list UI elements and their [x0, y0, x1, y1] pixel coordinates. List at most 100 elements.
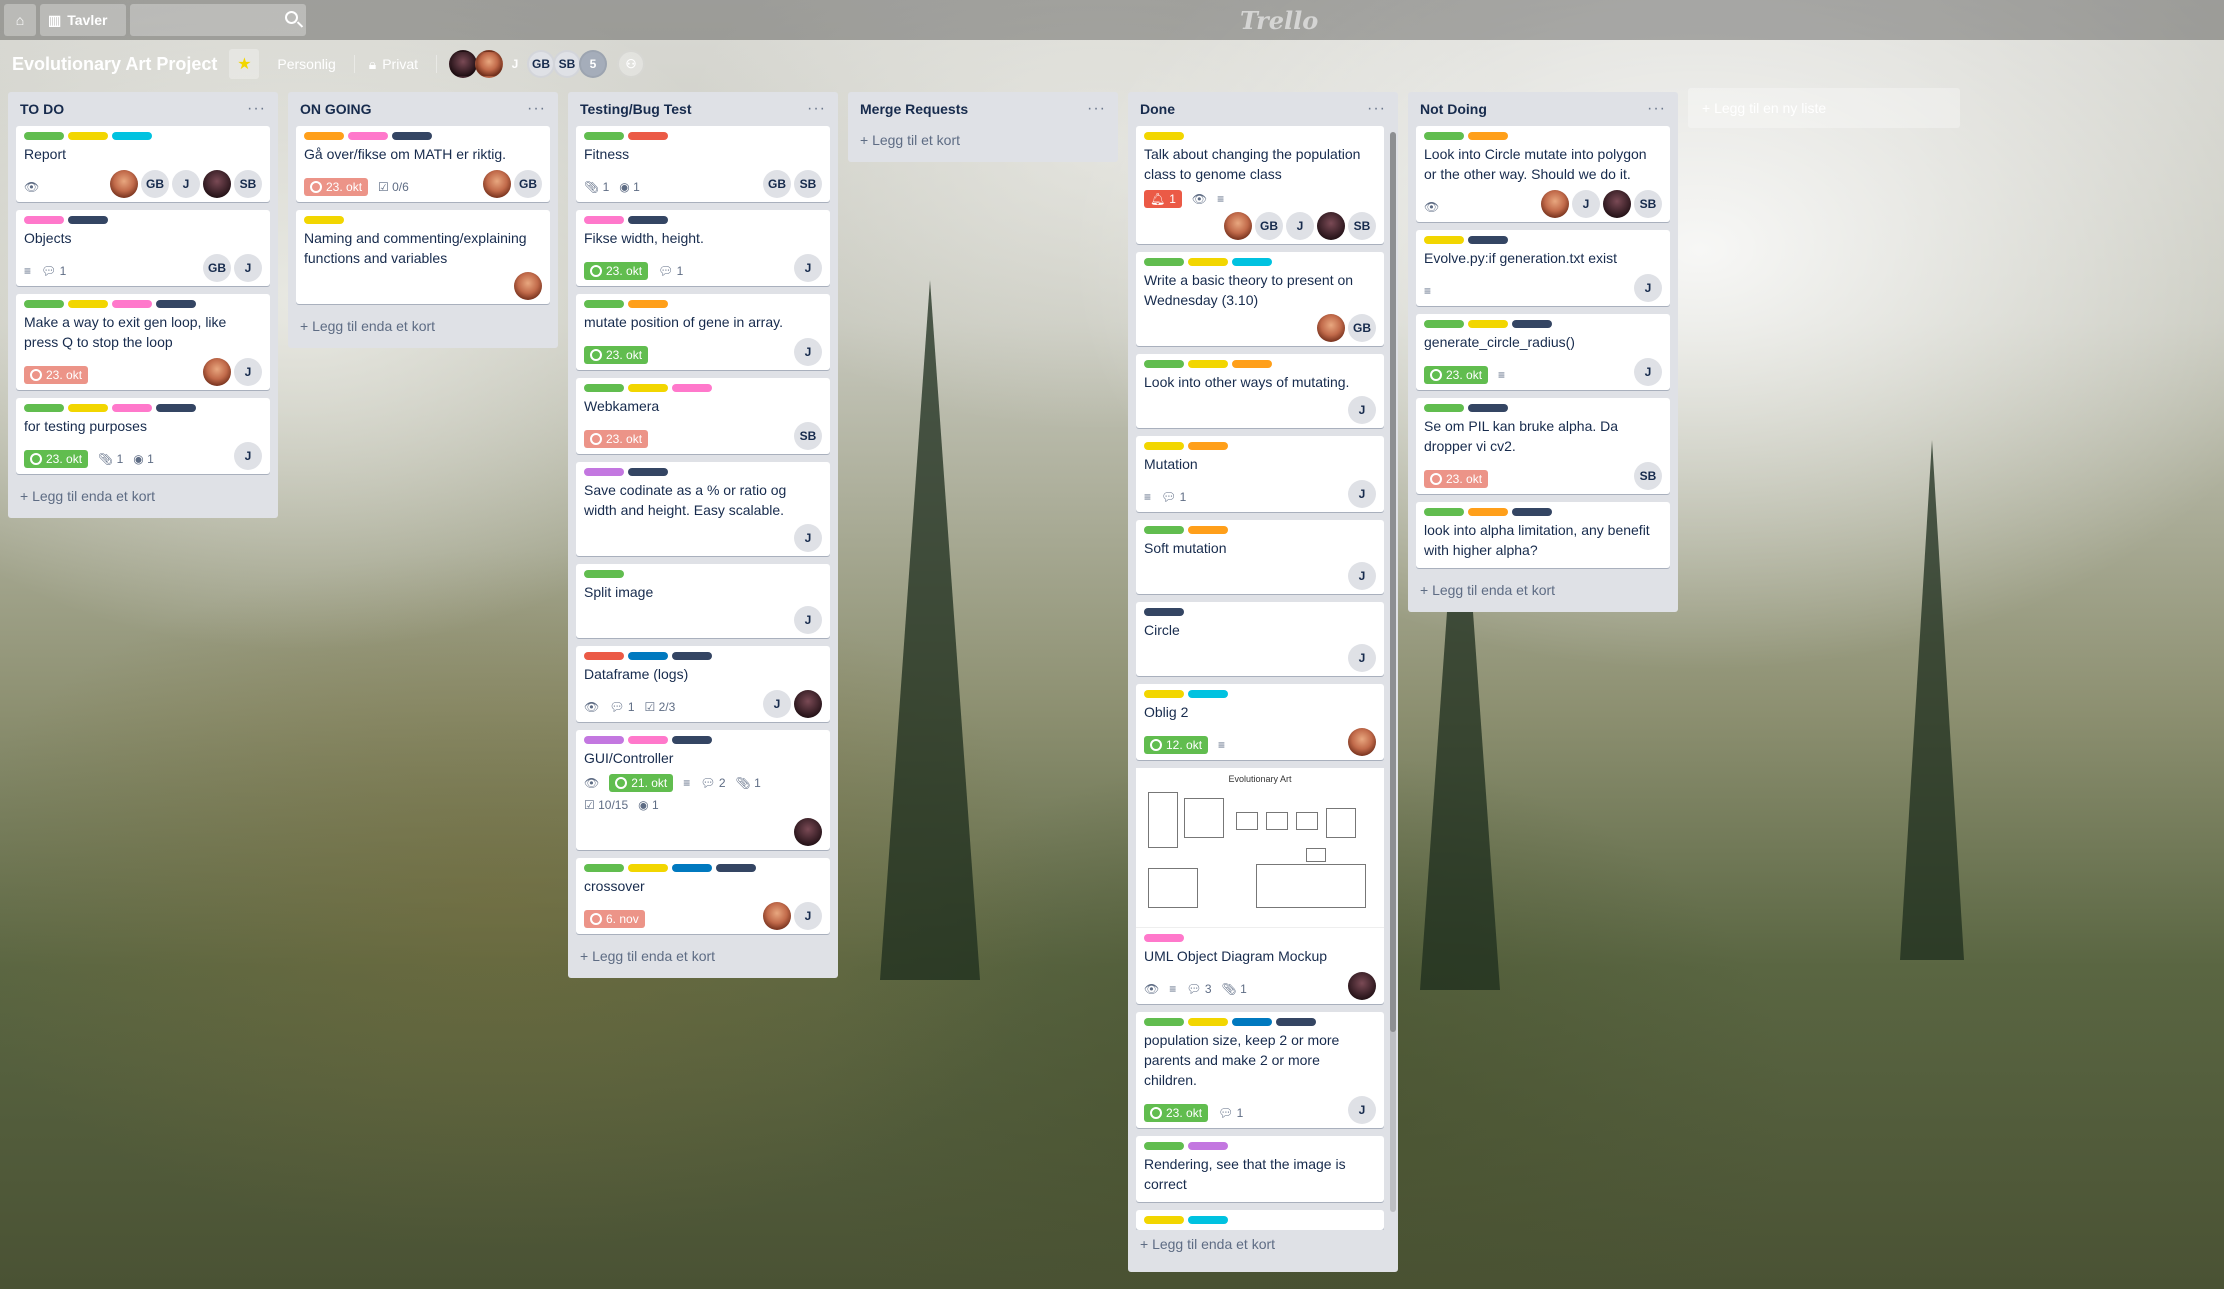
card-label[interactable] — [304, 132, 344, 140]
avatar[interactable]: SB — [794, 170, 822, 198]
card-label[interactable] — [1468, 320, 1508, 328]
card[interactable]: Look into other ways of mutating. J — [1136, 354, 1384, 428]
card[interactable]: Look into Circle mutate into polygon or … — [1416, 126, 1670, 222]
avatar[interactable] — [483, 170, 511, 198]
card[interactable]: Evolutionary Art UML Object Diagram Mock… — [1136, 768, 1384, 1004]
avatar[interactable]: J — [1348, 1096, 1376, 1124]
card[interactable]: Split image J — [576, 564, 830, 638]
due-date-badge[interactable]: 23. okt — [1144, 1104, 1209, 1122]
invite-member-icon[interactable]: ⚇ — [617, 50, 645, 78]
card-label[interactable] — [304, 216, 344, 224]
list-menu-icon[interactable]: ··· — [1087, 100, 1106, 118]
add-card-button[interactable]: + Legg til enda et kort — [1136, 1230, 1390, 1258]
avatar[interactable]: J — [1348, 396, 1376, 424]
card-label[interactable] — [1188, 1142, 1228, 1150]
add-card-button[interactable]: + Legg til et kort — [856, 126, 1110, 154]
card-label[interactable] — [672, 384, 712, 392]
avatar[interactable] — [763, 902, 791, 930]
card-label[interactable] — [1424, 132, 1464, 140]
card[interactable]: Se om PIL kan bruke alpha. Da dropper vi… — [1416, 398, 1670, 494]
avatar[interactable]: J — [234, 442, 262, 470]
card[interactable]: Report 👁︎ GB J SB — [16, 126, 270, 202]
avatar[interactable]: J — [1286, 212, 1314, 240]
card-label[interactable] — [1144, 132, 1184, 140]
avatar[interactable] — [794, 690, 822, 718]
card[interactable]: Talk about changing the population class… — [1136, 126, 1384, 244]
card-label[interactable] — [1232, 1018, 1272, 1026]
avatar[interactable] — [110, 170, 138, 198]
due-date-badge[interactable]: 23. okt — [24, 450, 89, 468]
card-label[interactable] — [628, 132, 668, 140]
card[interactable]: GUI/Controller 👁︎ 21. okt ≡ 💬︎ 2 📎︎ 1 ☑ 10/1… — [576, 730, 830, 850]
list-menu-icon[interactable]: ··· — [527, 100, 546, 118]
card[interactable]: Fitness 📎︎ 1 ◉ 1 GB SB — [576, 126, 830, 202]
add-card-button[interactable]: + Legg til enda et kort — [16, 482, 270, 510]
member-avatar[interactable] — [475, 50, 503, 78]
avatar[interactable] — [1348, 972, 1376, 1000]
avatar[interactable]: SB — [1634, 190, 1662, 218]
card-label[interactable] — [672, 652, 712, 660]
star-icon[interactable]: ★ — [229, 49, 260, 79]
avatar[interactable]: J — [1634, 358, 1662, 386]
card-label[interactable] — [716, 864, 756, 872]
card-label[interactable] — [584, 384, 624, 392]
list-scrollbar[interactable] — [1390, 132, 1396, 1212]
card-label[interactable] — [1468, 236, 1508, 244]
avatar[interactable]: J — [794, 606, 822, 634]
avatar[interactable]: J — [794, 338, 822, 366]
avatar[interactable] — [794, 818, 822, 846]
card-label[interactable] — [68, 404, 108, 412]
card-label[interactable] — [1424, 320, 1464, 328]
card-label[interactable] — [1512, 508, 1552, 516]
card-label[interactable] — [1144, 1142, 1184, 1150]
avatar[interactable]: J — [1348, 562, 1376, 590]
list-title[interactable]: TO DO — [20, 101, 64, 117]
due-date-badge[interactable]: 23. okt — [304, 178, 369, 196]
card[interactable]: Gå over/fikse om MATH er riktig. 23. okt… — [296, 126, 550, 202]
card-label[interactable] — [672, 736, 712, 744]
list-title[interactable]: Not Doing — [1420, 101, 1487, 117]
card-label[interactable] — [584, 468, 624, 476]
due-date-badge[interactable]: 23. okt — [24, 366, 89, 384]
card-label[interactable] — [584, 300, 624, 308]
add-card-button[interactable]: + Legg til enda et kort — [296, 312, 550, 340]
card-label[interactable] — [156, 404, 196, 412]
card-label[interactable] — [24, 404, 64, 412]
card-label[interactable] — [1144, 1216, 1184, 1224]
card[interactable]: Make a way to exit gen loop, like press … — [16, 294, 270, 390]
team-visibility-button[interactable]: Personlig — [267, 49, 345, 79]
avatar[interactable]: SB — [1634, 462, 1662, 490]
list-title[interactable]: Done — [1140, 101, 1175, 117]
card[interactable]: crossover 6. nov J — [576, 858, 830, 934]
avatar[interactable]: SB — [1348, 212, 1376, 240]
card[interactable]: look into alpha limitation, any benefit … — [1416, 502, 1670, 568]
card-label[interactable] — [68, 132, 108, 140]
card-label[interactable] — [392, 132, 432, 140]
card-label[interactable] — [1188, 442, 1228, 450]
board-title[interactable]: Evolutionary Art Project — [12, 54, 217, 75]
avatar[interactable]: J — [1634, 274, 1662, 302]
due-date-badge[interactable]: 6. nov — [584, 910, 645, 928]
member-avatar[interactable]: J — [501, 50, 529, 78]
avatar[interactable]: SB — [234, 170, 262, 198]
add-card-button[interactable]: + Legg til enda et kort — [576, 942, 830, 970]
card[interactable]: generate_circle_radius() 23. okt ≡ J — [1416, 314, 1670, 390]
card-label[interactable] — [1188, 690, 1228, 698]
add-list-button[interactable]: + Legg til en ny liste — [1688, 88, 1960, 128]
list-menu-icon[interactable]: ··· — [1647, 100, 1666, 118]
avatar[interactable] — [1603, 190, 1631, 218]
card[interactable]: Dataframe (logs) 👁︎ 💬︎ 1 ☑ 2/3 J — [576, 646, 830, 722]
card-label[interactable] — [1144, 442, 1184, 450]
card-label[interactable] — [1144, 258, 1184, 266]
card-label[interactable] — [1144, 360, 1184, 368]
card-label[interactable] — [1468, 132, 1508, 140]
card-label[interactable] — [1424, 404, 1464, 412]
card-label[interactable] — [348, 132, 388, 140]
avatar[interactable]: J — [1348, 644, 1376, 672]
search-input[interactable] — [130, 4, 306, 36]
card-label[interactable] — [1188, 360, 1228, 368]
avatar[interactable]: GB — [514, 170, 542, 198]
card-label[interactable] — [68, 216, 108, 224]
card-label[interactable] — [1144, 526, 1184, 534]
due-date-badge[interactable]: 23. okt — [584, 430, 649, 448]
